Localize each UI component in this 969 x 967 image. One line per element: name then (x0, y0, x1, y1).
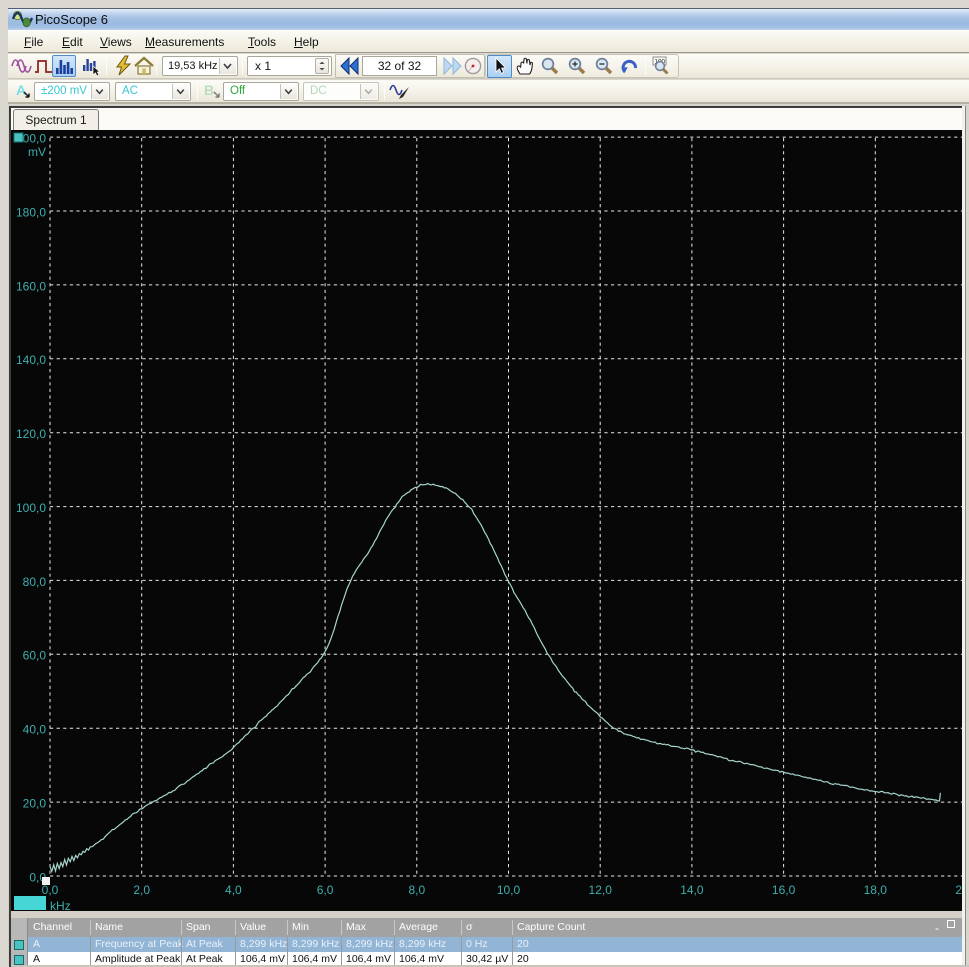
svg-text:180,0: 180,0 (16, 205, 46, 219)
svg-text:100,0: 100,0 (16, 501, 46, 515)
svg-text:60,0: 60,0 (23, 649, 47, 663)
svg-text:140,0: 140,0 (16, 353, 46, 367)
svg-text:20,0: 20,0 (955, 883, 962, 897)
svg-text:4,0: 4,0 (225, 883, 242, 897)
svg-text:10,0: 10,0 (497, 883, 521, 897)
svg-text:16,0: 16,0 (772, 883, 796, 897)
svg-text:120,0: 120,0 (16, 427, 46, 441)
svg-text:2,0: 2,0 (133, 883, 150, 897)
svg-text:0,0: 0,0 (42, 883, 59, 897)
svg-text:20,0: 20,0 (23, 797, 47, 811)
svg-text:18,0: 18,0 (864, 883, 888, 897)
svg-text:40,0: 40,0 (23, 723, 47, 737)
svg-text:mV: mV (28, 145, 46, 159)
svg-text:14,0: 14,0 (680, 883, 704, 897)
svg-text:kHz: kHz (50, 899, 71, 911)
svg-text:6,0: 6,0 (317, 883, 334, 897)
svg-text:80,0: 80,0 (23, 575, 47, 589)
svg-text:8,0: 8,0 (408, 883, 425, 897)
svg-text:12,0: 12,0 (589, 883, 613, 897)
svg-text:160,0: 160,0 (16, 279, 46, 293)
